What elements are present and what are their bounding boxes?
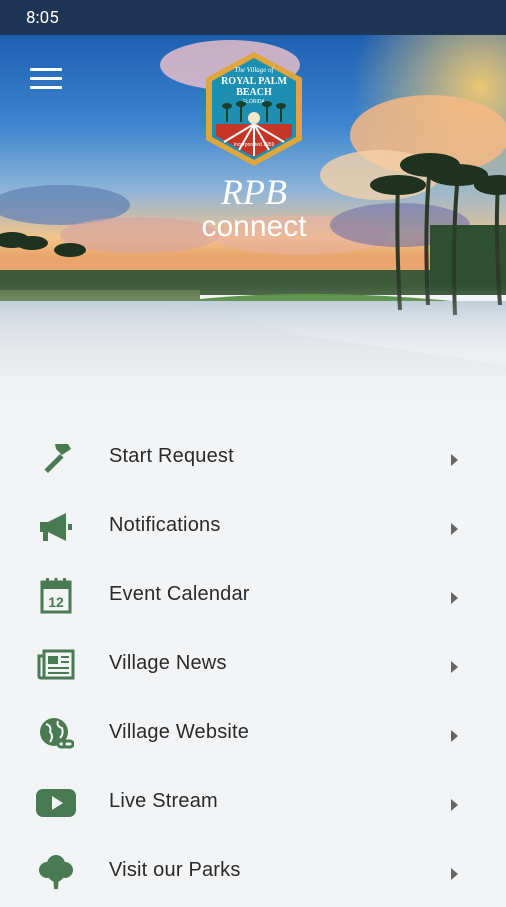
- hamburger-menu-icon[interactable]: [30, 68, 62, 94]
- menu-item-start-request[interactable]: Start Request: [0, 424, 506, 493]
- menu-item-notifications[interactable]: Notifications: [0, 493, 506, 562]
- menu-item-event-calendar[interactable]: 12 Event Calendar: [0, 562, 506, 631]
- menu-item-label: Visit our Parks: [109, 859, 241, 881]
- megaphone-icon: [36, 507, 76, 547]
- menu-item-village-news[interactable]: Village News: [0, 631, 506, 700]
- chevron-right-icon: [451, 592, 458, 604]
- menu-item-visit-parks[interactable]: Visit our Parks: [0, 838, 506, 907]
- menu-item-label: Notifications: [109, 514, 221, 536]
- status-bar: 8:05: [0, 0, 506, 35]
- menu-item-label: Live Stream: [109, 790, 218, 812]
- tree-icon: [36, 852, 76, 892]
- menu-item-label: Village News: [109, 652, 227, 674]
- chevron-right-icon: [451, 454, 458, 466]
- status-time: 8:05: [26, 8, 59, 28]
- svg-text:BEACH: BEACH: [236, 87, 272, 98]
- hammer-icon: [36, 438, 76, 478]
- menu-item-live-stream[interactable]: Live Stream: [0, 769, 506, 838]
- svg-text:ROYAL PALM: ROYAL PALM: [221, 76, 287, 87]
- svg-text:RPB: RPB: [220, 172, 287, 212]
- menu-item-village-website[interactable]: Village Website: [0, 700, 506, 769]
- chevron-right-icon: [451, 799, 458, 811]
- chevron-right-icon: [451, 523, 458, 535]
- main-menu: Start Request Notifications 12 Event Cal…: [0, 424, 506, 907]
- svg-text:12: 12: [48, 594, 64, 610]
- chevron-right-icon: [451, 661, 458, 673]
- svg-text:connect: connect: [201, 210, 307, 243]
- svg-text:The Village of: The Village of: [234, 66, 274, 74]
- menu-item-label: Village Website: [109, 721, 250, 743]
- calendar-icon: 12: [36, 576, 76, 616]
- rpb-connect-logo: The Village of ROYAL PALM BEACH FLORIDA …: [184, 44, 324, 244]
- menu-item-label: Start Request: [109, 445, 234, 467]
- play-icon: [36, 783, 76, 823]
- svg-text:Incorporated 1959: Incorporated 1959: [234, 142, 275, 148]
- globe-link-icon: [36, 714, 76, 754]
- chevron-right-icon: [451, 868, 458, 880]
- menu-item-label: Event Calendar: [109, 583, 250, 605]
- chevron-right-icon: [451, 730, 458, 742]
- newspaper-icon: [36, 645, 76, 685]
